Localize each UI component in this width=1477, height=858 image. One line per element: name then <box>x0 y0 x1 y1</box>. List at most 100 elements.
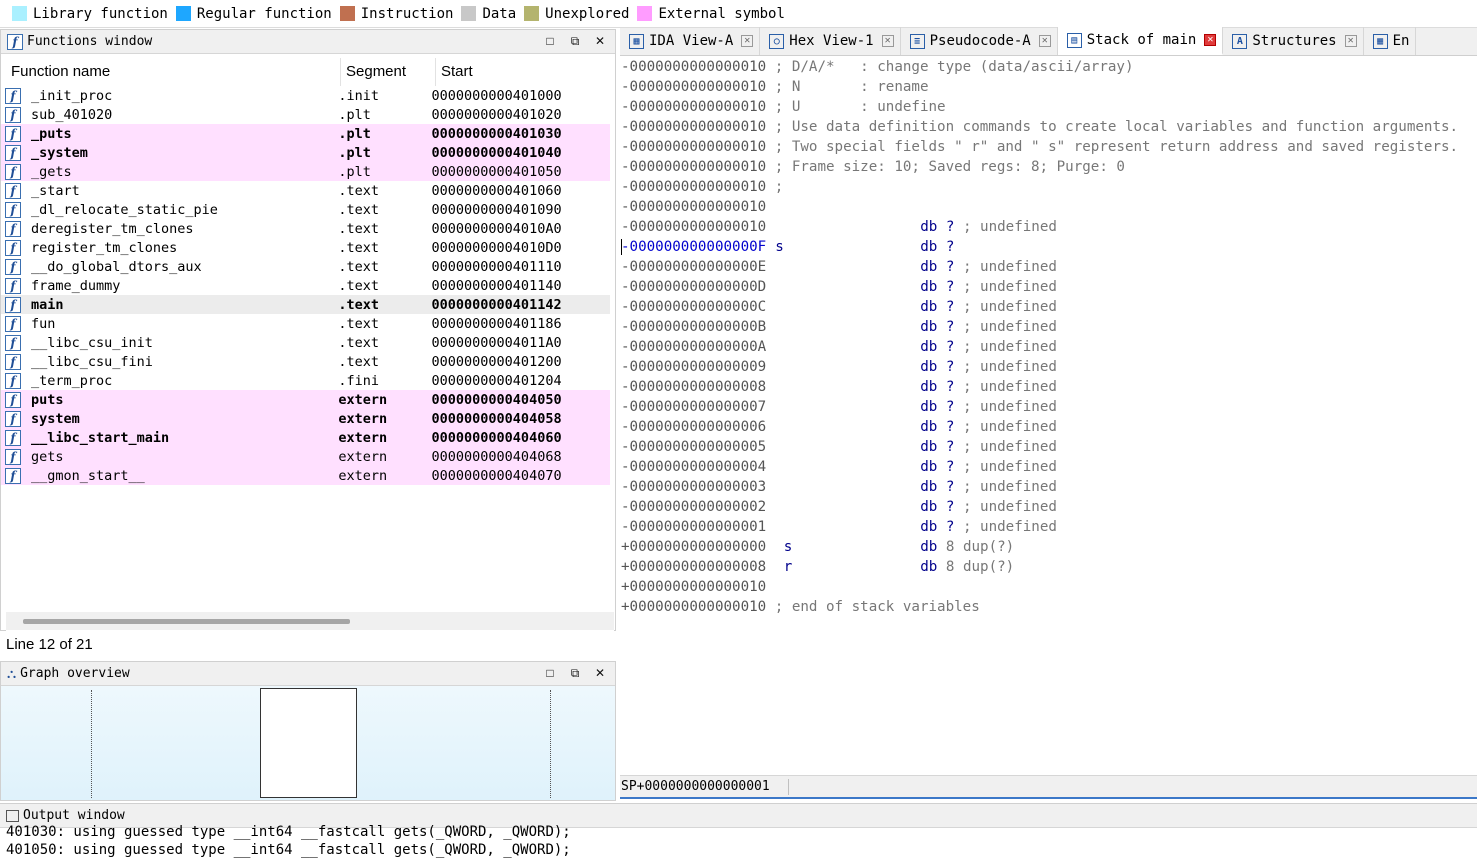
stack-comment: ; Use data definition commands to create… <box>766 119 1459 135</box>
function-row[interactable]: f deregister_tm_clones .text 00000000004010… <box>1 219 610 238</box>
tab-enums[interactable]: ▦ En <box>1364 27 1417 55</box>
maximize-icon[interactable]: □ <box>543 665 557 681</box>
function-row[interactable]: f __libc_start_main extern 0000000000404060 <box>1 428 610 447</box>
tab-pseudocode[interactable]: ≡ Pseudocode-A ✕ <box>901 27 1058 55</box>
float-icon[interactable]: ⧉ <box>568 665 582 681</box>
close-icon[interactable]: ✕ <box>593 665 607 681</box>
function-row[interactable]: f _start .text 0000000000401060 <box>1 181 610 200</box>
stack-line[interactable]: -0000000000000001 db ? ; undefined <box>621 517 1057 537</box>
function-row[interactable]: f puts extern 0000000000404050 <box>1 390 610 409</box>
function-row[interactable]: f __gmon_start__ extern 0000000000404070 <box>1 466 610 485</box>
tab-hex-view[interactable]: ○ Hex View-1 ✕ <box>760 27 901 55</box>
stack-line[interactable]: -0000000000000010 ; U : undefine <box>621 97 946 117</box>
function-row[interactable]: f main .text 0000000000401142 <box>1 295 610 314</box>
column-function-name[interactable]: Function name <box>6 58 341 86</box>
stack-line[interactable]: +0000000000000010 ; end of stack variabl… <box>621 597 980 617</box>
stack-line[interactable]: -000000000000000C db ? ; undefined <box>621 297 1057 317</box>
function-name: deregister_tm_clones <box>31 220 194 237</box>
function-start: 0000000000401200 <box>431 353 562 370</box>
function-segment: .init <box>338 87 379 104</box>
function-row[interactable]: f _gets .plt 0000000000401050 <box>1 162 610 181</box>
function-icon: f <box>5 144 21 161</box>
stack-line[interactable]: -0000000000000010 ; D/A/* : change type … <box>621 57 1134 77</box>
stack-line[interactable]: -0000000000000010 ; N : rename <box>621 77 929 97</box>
stack-line[interactable]: -0000000000000007 db ? ; undefined <box>621 397 1057 417</box>
stack-line[interactable]: -0000000000000010 ; Frame size: 10; Save… <box>621 157 1125 177</box>
function-segment: extern <box>338 429 388 446</box>
scrollbar-thumb[interactable] <box>23 619 350 624</box>
tab-stack[interactable]: ▤ Stack of main ✕ <box>1057 27 1224 55</box>
function-row[interactable]: f gets extern 0000000000404068 <box>1 447 610 466</box>
function-row[interactable]: f __libc_csu_fini .text 0000000000401200 <box>1 352 610 371</box>
stack-variable-name[interactable]: s <box>766 537 920 557</box>
stack-line[interactable]: -0000000000000010 db ? ; undefined <box>621 217 1057 237</box>
maximize-icon[interactable]: □ <box>543 33 557 49</box>
tab-close-icon[interactable]: ✕ <box>1204 34 1217 46</box>
stack-line[interactable]: +0000000000000008 r db 8 dup(?) <box>621 557 1014 577</box>
function-row[interactable]: f _puts .plt 0000000000401030 <box>1 124 610 143</box>
function-name: main <box>31 296 64 313</box>
tab-close-icon[interactable]: ✕ <box>881 35 894 47</box>
function-row[interactable]: f system extern 0000000000404058 <box>1 409 610 428</box>
function-row[interactable]: f __libc_csu_init .text 00000000004011A0 <box>1 333 610 352</box>
column-start[interactable]: Start <box>436 58 611 86</box>
stack-line[interactable]: -000000000000000E db ? ; undefined <box>621 257 1057 277</box>
stack-line[interactable]: +0000000000000010 <box>621 577 766 597</box>
float-icon[interactable]: ⧉ <box>568 33 582 49</box>
function-row[interactable]: f _system .plt 0000000000401040 <box>1 143 610 162</box>
function-icon: f <box>5 239 21 256</box>
close-icon[interactable]: ✕ <box>593 33 607 49</box>
stack-variable-name[interactable]: r <box>766 557 920 577</box>
stack-offset: -0000000000000006 <box>621 419 767 435</box>
stack-line[interactable]: -0000000000000010 <box>621 197 766 217</box>
function-row[interactable]: f _term_proc .fini 0000000000401204 <box>1 371 610 390</box>
stack-line[interactable]: -0000000000000002 db ? ; undefined <box>621 497 1057 517</box>
function-row[interactable]: f sub_401020 .plt 0000000000401020 <box>1 105 610 124</box>
function-icon: f <box>5 467 21 484</box>
tab-close-icon[interactable]: ✕ <box>741 35 754 47</box>
stack-line[interactable]: -0000000000000005 db ? ; undefined <box>621 437 1057 457</box>
stack-line[interactable]: -000000000000000A db ? ; undefined <box>621 337 1057 357</box>
stack-directive: db <box>920 559 938 575</box>
function-row[interactable]: f _dl_relocate_static_pie .text 00000000004… <box>1 200 610 219</box>
stack-offset: -0000000000000009 <box>621 359 767 375</box>
function-row[interactable]: f _init_proc .init 0000000000401000 <box>1 86 610 105</box>
function-row[interactable]: f frame_dummy .text 0000000000401140 <box>1 276 610 295</box>
stack-line[interactable]: -0000000000000009 db ? ; undefined <box>621 357 1057 377</box>
stack-line[interactable]: -000000000000000B db ? ; undefined <box>621 317 1057 337</box>
functions-window: f Functions window □ ⧉ ✕ Function name S… <box>0 29 616 640</box>
legend-swatch <box>175 6 191 21</box>
stack-offset: -000000000000000F <box>621 239 767 255</box>
stack-value: 8 dup(?) <box>945 539 1015 555</box>
function-segment: .text <box>338 239 379 256</box>
stack-offset: -0000000000000004 <box>621 459 767 475</box>
tab-structures[interactable]: A Structures ✕ <box>1223 27 1364 55</box>
tab-close-icon[interactable]: ✕ <box>1038 35 1051 47</box>
function-row[interactable]: f __do_global_dtors_aux .text 0000000000401… <box>1 257 610 276</box>
function-name: puts <box>31 391 64 408</box>
stack-line[interactable]: -0000000000000004 db ? ; undefined <box>621 457 1057 477</box>
function-segment: .text <box>338 315 379 332</box>
view-tabs: ▦ IDA View-A ✕ ○ Hex View-1 ✕ ≡ Pseudocode-A ✕ ▤ S… <box>620 27 1477 56</box>
tab-close-icon[interactable]: ✕ <box>1344 35 1357 47</box>
stack-line[interactable]: -000000000000000D db ? ; undefined <box>621 277 1057 297</box>
stack-line[interactable]: -0000000000000008 db ? ; undefined <box>621 377 1057 397</box>
stack-line[interactable]: +0000000000000000 s db 8 dup(?) <box>621 537 1014 557</box>
stack-variable-name[interactable]: s <box>766 237 920 257</box>
column-segment[interactable]: Segment <box>341 58 436 86</box>
stack-of-main-view[interactable]: -0000000000000010 ; D/A/* : change type … <box>620 57 1477 773</box>
graph-overview-canvas[interactable] <box>1 686 615 800</box>
tab-ida-view[interactable]: ▦ IDA View-A ✕ <box>620 27 761 55</box>
stack-line[interactable]: -0000000000000003 db ? ; undefined <box>621 477 1057 497</box>
stack-line[interactable]: -0000000000000010 ; Use data definition … <box>621 117 1458 137</box>
stack-line[interactable]: -0000000000000006 db ? ; undefined <box>621 417 1057 437</box>
function-name: gets <box>31 448 64 465</box>
stack-line[interactable]: -0000000000000010 ; Two special fields "… <box>621 137 1458 157</box>
function-row[interactable]: f register_tm_clones .text 00000000004010D0 <box>1 238 610 257</box>
stack-line[interactable]: -000000000000000F s db ? <box>621 237 954 257</box>
legend-swatch <box>461 6 477 21</box>
stack-line[interactable]: -0000000000000010 ; <box>621 177 783 197</box>
function-row[interactable]: f fun .text 0000000000401186 <box>1 314 610 333</box>
horizontal-scrollbar[interactable] <box>6 612 614 630</box>
graph-viewport-rect[interactable] <box>260 688 357 798</box>
